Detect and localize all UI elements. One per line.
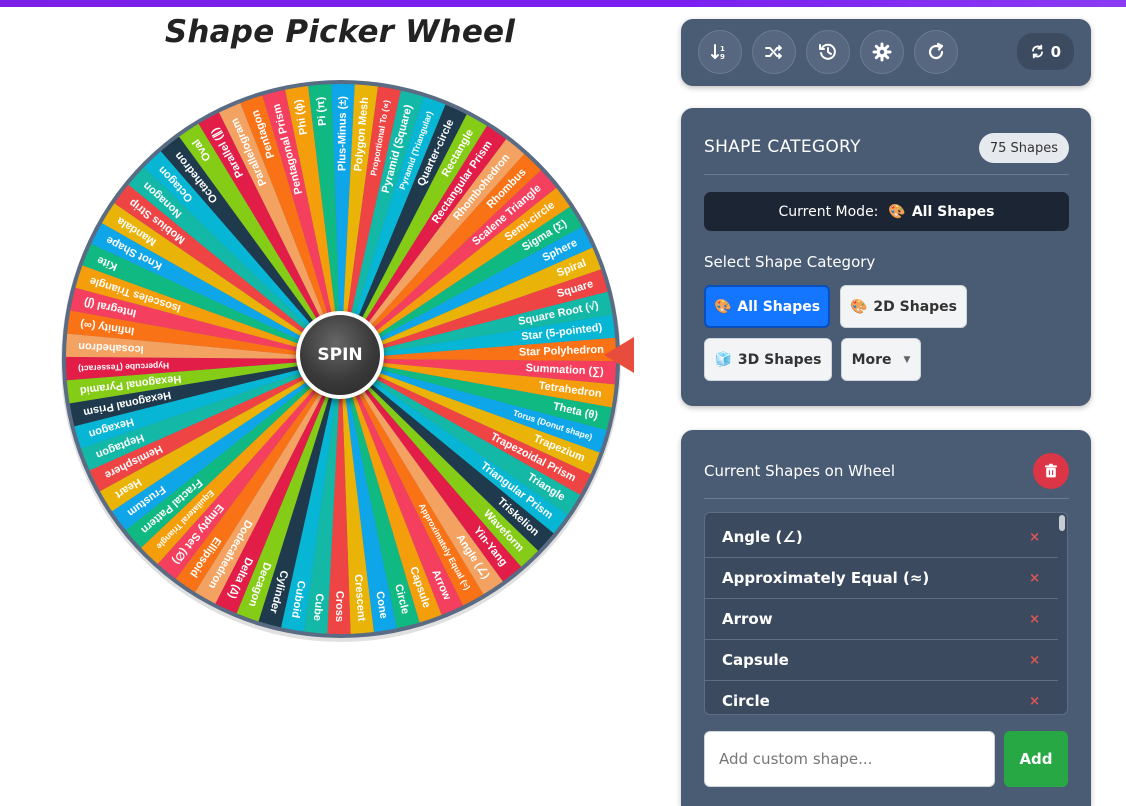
- shape-name: Arrow: [722, 610, 773, 628]
- gear-icon: [872, 42, 892, 62]
- remove-icon[interactable]: ×: [1029, 612, 1040, 627]
- shape-name: Angle (∠): [722, 528, 803, 546]
- sort-icon: 1 9: [711, 44, 725, 61]
- remove-icon[interactable]: ×: [1029, 571, 1040, 586]
- wheel-segment-label: Pi (π): [315, 96, 329, 126]
- wheel-segment-label: Cube: [311, 593, 325, 621]
- chevron-down-icon: ▼: [903, 354, 911, 365]
- shuffle-icon: [765, 45, 782, 59]
- wheel-segment-label: Plus-Minus (±): [336, 96, 349, 172]
- select-category-label: Select Shape Category: [704, 253, 876, 271]
- shape-name: Circle: [722, 692, 770, 710]
- toolbar-panel: 1 9 0: [681, 19, 1091, 86]
- list-item: Angle (∠) ×: [705, 517, 1058, 558]
- more-label: More: [851, 351, 892, 368]
- shape-category-panel: SHAPE CATEGORY 75 Shapes Current Mode: 🎨…: [681, 108, 1091, 406]
- all-shapes-button[interactable]: 🎨 All Shapes: [704, 285, 830, 328]
- sort-button[interactable]: 1 9: [698, 30, 742, 74]
- shape-name: Capsule: [722, 651, 789, 669]
- divider: [704, 498, 1069, 499]
- divider: [704, 174, 1069, 175]
- cube-icon: 🧊: [714, 351, 732, 368]
- refresh-button[interactable]: [914, 30, 958, 74]
- 2d-shapes-button[interactable]: 🎨 2D Shapes: [840, 285, 967, 328]
- palette-icon: 🎨: [713, 298, 732, 315]
- spin-counter: 0: [1016, 33, 1074, 70]
- 3d-shapes-label: 3D Shapes: [737, 351, 822, 368]
- remove-icon[interactable]: ×: [1029, 694, 1040, 709]
- list-item: Approximately Equal (≈) ×: [705, 558, 1058, 599]
- refresh-icon: [928, 42, 944, 60]
- page-title: Shape Picker Wheel: [164, 14, 516, 50]
- spin-button[interactable]: SPIN: [296, 311, 384, 399]
- current-shapes-panel: Current Shapes on Wheel Angle (∠) × Appr…: [681, 430, 1091, 806]
- svg-text:1: 1: [720, 45, 725, 53]
- svg-text:9: 9: [720, 53, 725, 61]
- history-icon: [819, 43, 836, 60]
- shape-count-badge: 75 Shapes: [978, 133, 1069, 163]
- history-button[interactable]: [806, 30, 850, 74]
- remove-icon[interactable]: ×: [1029, 653, 1040, 668]
- list-item: Arrow ×: [705, 599, 1058, 640]
- clear-all-button[interactable]: [1033, 453, 1069, 489]
- top-accent-bar: [0, 0, 1126, 7]
- mode-value: All Shapes: [911, 203, 995, 220]
- add-shape-button[interactable]: Add: [1004, 731, 1068, 787]
- custom-shape-input[interactable]: [704, 731, 995, 787]
- scrollbar[interactable]: [1059, 515, 1065, 531]
- palette-icon: 🎨: [849, 298, 868, 315]
- shapes-list[interactable]: Angle (∠) × Approximately Equal (≈) × Ar…: [704, 512, 1068, 715]
- 2d-shapes-label: 2D Shapes: [873, 298, 958, 315]
- spin-count-value: 0: [1050, 42, 1061, 61]
- wheel-segment-label: Cross: [333, 591, 345, 622]
- shape-name: Approximately Equal (≈): [722, 569, 930, 587]
- remove-icon[interactable]: ×: [1029, 530, 1040, 545]
- list-item: Circle ×: [705, 681, 1058, 714]
- all-shapes-label: All Shapes: [737, 298, 821, 315]
- shuffle-button[interactable]: [752, 30, 796, 74]
- wheel-pointer: [604, 337, 634, 373]
- current-mode-bar: Current Mode: 🎨 All Shapes: [704, 192, 1069, 231]
- current-shapes-title: Current Shapes on Wheel: [704, 462, 896, 480]
- trash-icon: [1045, 463, 1057, 478]
- mode-label: Current Mode:: [778, 203, 879, 220]
- 3d-shapes-button[interactable]: 🧊 3D Shapes: [704, 338, 832, 381]
- list-item: Capsule ×: [705, 640, 1058, 681]
- palette-icon: 🎨: [888, 203, 906, 220]
- sync-icon: [1031, 44, 1043, 59]
- settings-button[interactable]: [860, 30, 904, 74]
- more-dropdown[interactable]: More ▼: [841, 338, 921, 381]
- category-title: SHAPE CATEGORY: [704, 137, 861, 157]
